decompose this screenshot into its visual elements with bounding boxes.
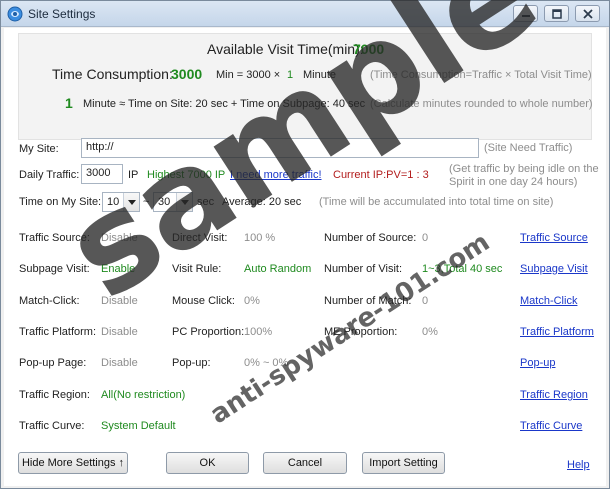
chevron-down-icon: [181, 200, 189, 205]
row-2-col-2-label: Mouse Click:: [172, 295, 235, 307]
hide-more-settings-button[interactable]: Hide More Settings ↑: [18, 452, 128, 474]
visit-time-summary: Available Visit Time(min): 7000 Time Con…: [18, 33, 593, 140]
app-icon: [7, 6, 23, 22]
row-6-col-1-label: Traffic Curve:: [19, 420, 85, 432]
row-3-col-1-value: Disable: [101, 326, 138, 338]
highest-traffic: Highest 7000 IP: [147, 169, 226, 181]
min-time-value: 10: [107, 196, 120, 208]
maximize-icon: [552, 9, 562, 19]
row-4-col-2-value: 0% ~ 0%: [244, 357, 289, 369]
available-time-label: Available Visit Time(min):: [207, 41, 364, 57]
minimize-button[interactable]: [513, 5, 538, 22]
row-1-col-2-label: Visit Rule:: [172, 263, 222, 275]
current-ip-pv: Current IP:PV=1 : 3: [333, 169, 429, 181]
import-setting-button[interactable]: Import Setting: [362, 452, 445, 474]
row-0-col-1-label: Traffic Source:: [19, 232, 90, 244]
site-settings-window: Site Settings Available Visit Time(min):…: [0, 0, 610, 489]
my-site-url-value: http://: [86, 141, 114, 153]
row-4-col-1-value: Disable: [101, 357, 138, 369]
formula-multiplier: 1: [287, 69, 294, 81]
need-more-traffic-link[interactable]: I need more traffic!: [230, 169, 322, 181]
time-on-site-label: Time on My Site:: [19, 196, 102, 208]
formula-min: Min = 3000 ×: [216, 69, 281, 81]
time-consumption-value: 3000: [171, 66, 203, 82]
row-3-settings-link[interactable]: Traffic Platform: [520, 326, 594, 338]
max-time-value: 30: [158, 196, 171, 208]
title-bar[interactable]: Site Settings: [1, 1, 609, 27]
row-1-col-2-value: Auto Random: [244, 263, 312, 275]
chevron-down-icon: [128, 200, 136, 205]
row-1-col-1-value: Enable: [101, 263, 136, 275]
row-1-col-3-label: Number of Visit:: [324, 263, 403, 275]
row-0-col-2-value: 100 %: [244, 232, 276, 244]
time-on-site-note: (Time will be accumulated into total tim…: [319, 196, 554, 208]
minimize-icon: [522, 15, 530, 17]
row-4-settings-link[interactable]: Pop-up: [520, 357, 555, 369]
my-site-note: (Site Need Traffic): [484, 142, 573, 154]
average-time: Average: 20 sec: [222, 196, 302, 208]
row-2-col-3-value: 0: [422, 295, 429, 307]
row-6-settings-link[interactable]: Traffic Curve: [520, 420, 582, 432]
row-5-settings-link[interactable]: Traffic Region: [520, 389, 588, 401]
daily-traffic-note-2: Spirit in one day 24 hours): [449, 176, 578, 188]
row-2-col-1-label: Match-Click:: [19, 295, 80, 307]
cancel-button[interactable]: Cancel: [263, 452, 347, 474]
available-time-value: 7000: [353, 41, 385, 57]
daily-traffic-label: Daily Traffic:: [19, 169, 80, 181]
daily-traffic-value: 3000: [86, 167, 111, 179]
row-2-col-1-value: Disable: [101, 295, 138, 307]
daily-traffic-input[interactable]: 3000: [81, 164, 123, 184]
max-time-select[interactable]: 30: [153, 192, 193, 212]
row-2-settings-link[interactable]: Match-Click: [520, 295, 577, 307]
close-button[interactable]: [575, 5, 600, 22]
min-time-dropdown-arrow[interactable]: [123, 193, 139, 211]
row-2-col-3-label: Number of Match:: [324, 295, 412, 307]
row-4-col-2-label: Pop-up:: [172, 357, 211, 369]
row-3-col-3-value: 0%: [422, 326, 438, 338]
formula-unit: Minute: [303, 69, 337, 81]
row-2-col-2-value: 0%: [244, 295, 260, 307]
my-site-url-input[interactable]: http://: [81, 138, 479, 158]
formula-note: (Time Consumption=Traffic × Total Visit …: [370, 69, 592, 81]
row-0-col-1-value: Disable: [101, 232, 138, 244]
daily-traffic-note-1: (Get traffic by being idle on the: [449, 163, 599, 175]
row-5-col-1-value: All(No restriction): [101, 389, 186, 401]
time-unit: sec: [197, 196, 215, 208]
row-5-col-1-label: Traffic Region:: [19, 389, 90, 401]
time-range-tilde: ~: [143, 196, 150, 208]
row-1-settings-link[interactable]: Subpage Visit: [520, 263, 588, 275]
minute-note: (Calculate minutes rounded to whole numb…: [370, 98, 593, 110]
min-time-select[interactable]: 10: [102, 192, 140, 212]
row-4-col-1-label: Pop-up Page:: [19, 357, 87, 369]
my-site-label: My Site:: [19, 143, 59, 155]
maximize-button[interactable]: [544, 5, 569, 22]
row-1-col-3-value: 1~3,Total 40 sec: [422, 263, 503, 275]
row-0-col-3-value: 0: [422, 232, 429, 244]
row-1-col-1-label: Subpage Visit:: [19, 263, 90, 275]
help-link[interactable]: Help: [567, 459, 590, 471]
time-consumption-label: Time Consumption:: [52, 66, 173, 82]
ok-button[interactable]: OK: [166, 452, 249, 474]
window-title: Site Settings: [28, 7, 96, 21]
row-3-col-1-label: Traffic Platform:: [19, 326, 97, 338]
settings-content: Available Visit Time(min): 7000 Time Con…: [4, 28, 606, 486]
row-3-col-2-value: 100%: [244, 326, 273, 338]
row-6-col-1-value: System Default: [101, 420, 176, 432]
row-0-col-2-label: Direct Visit:: [172, 232, 228, 244]
minute-breakdown: Minute ≈ Time on Site: 20 sec + Time on …: [83, 98, 366, 110]
minute-value: 1: [65, 95, 73, 111]
max-time-dropdown-arrow[interactable]: [176, 193, 192, 211]
row-0-settings-link[interactable]: Traffic Source: [520, 232, 588, 244]
close-icon: [583, 9, 593, 19]
daily-traffic-unit: IP: [128, 169, 139, 181]
row-0-col-3-label: Number of Source:: [324, 232, 417, 244]
row-3-col-2-label: PC Proportion:: [172, 326, 245, 338]
row-3-col-3-label: ME Proportion:: [324, 326, 398, 338]
